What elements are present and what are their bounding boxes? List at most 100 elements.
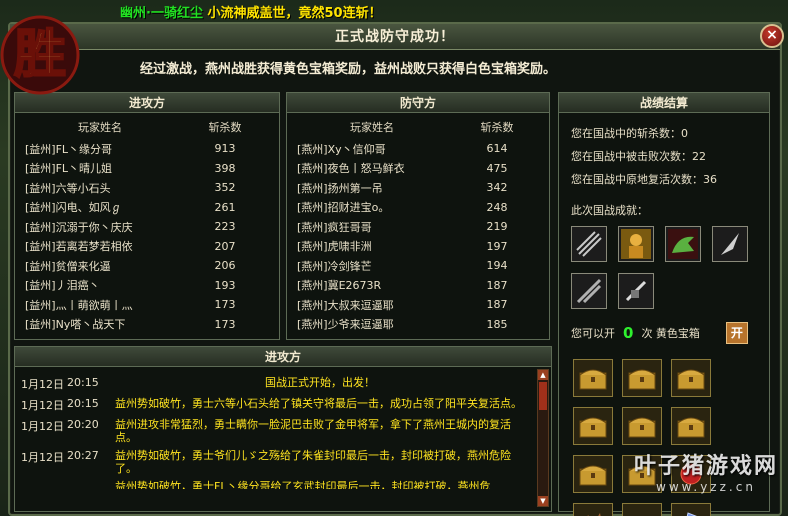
log-entry: 1月12日 20:27 益州势如破竹，勇士爷们儿ゞ之殇给了朱雀封印最后一击，封印…: [15, 444, 551, 475]
player-name: [益州]FL丶缘分哥: [25, 142, 113, 156]
player-name: [燕州]虎啸非洲: [297, 240, 372, 254]
log-entry: 益州势如破竹，勇士FL丶缘分哥给了玄武封印最后一击，封印被打破，燕州危: [15, 475, 551, 489]
table-row: [益州]六等小石头 352: [15, 178, 279, 198]
column-kills: 斩杀数: [208, 121, 242, 134]
player-name: [燕州]大叔来逗逼耶: [297, 298, 394, 312]
kill-count: 173: [214, 317, 236, 331]
watermark-title: 叶子猪游戏网: [633, 454, 778, 479]
column-header: 玩家姓名 斩杀数: [287, 113, 549, 139]
gold-chest-icon[interactable]: [622, 359, 662, 397]
dialog-title-bar: 正式战防守成功！ ×: [10, 24, 784, 50]
player-name: [燕州]冷剑锋芒: [297, 259, 372, 273]
kill-count: 206: [214, 259, 236, 273]
column-header: 玩家姓名 斩杀数: [15, 113, 279, 139]
defeated-stat: 您在国战中被击败次数：22: [571, 150, 706, 163]
achievements-label: 此次国战成就：: [571, 204, 648, 217]
table-row: [燕州]疯狂哥哥 219: [287, 217, 549, 237]
armor-slash-icon[interactable]: [618, 273, 654, 309]
column-player-name: 玩家姓名: [350, 121, 394, 134]
kill-count: 185: [486, 317, 508, 331]
player-name: [益州]沉溺于你丶庆庆: [25, 220, 133, 234]
kill-count: 197: [486, 239, 508, 253]
battle-log-panel: 进攻方 1月12日 20:15 国战正式开始，出发！ 1月12日 20:15 益…: [14, 346, 552, 512]
kill-count: 342: [486, 181, 508, 195]
table-row: [燕州]扬州第一吊 342: [287, 178, 549, 198]
kill-count: 207: [214, 239, 236, 253]
log-date: 1月12日: [21, 399, 64, 412]
dragon-statue-icon[interactable]: [573, 503, 613, 516]
gold-chest-icon[interactable]: [622, 407, 662, 445]
open-prefix: 您可以开: [571, 327, 615, 340]
player-name: [益州]Ny嗒丶战天下: [25, 318, 126, 332]
open-chest-button[interactable]: 开: [725, 322, 748, 344]
table-row: [益州]若离若梦若相依 207: [15, 237, 279, 257]
table-row: [益州]贫僧来化逼 206: [15, 256, 279, 276]
scroll-thumb[interactable]: [539, 382, 547, 410]
table-row: [益州]Ny嗒丶战天下 173: [15, 315, 279, 335]
kill-count: 475: [486, 161, 508, 175]
log-time: 20:15: [67, 376, 99, 389]
open-count: 0: [623, 324, 634, 342]
war-result-dialog: 正式战防守成功！ × 经过激战，燕州战胜获得黄色宝箱奖励，益州战败只获得白色宝箱…: [8, 22, 784, 516]
kill-count: 261: [214, 200, 236, 214]
log-time: [67, 480, 115, 489]
kill-count: 187: [486, 278, 508, 292]
gold-chest-icon[interactable]: [671, 407, 711, 445]
gold-ingot-icon[interactable]: [622, 503, 662, 516]
dialog-title: 正式战防守成功！: [335, 29, 455, 45]
column-player-name: 玩家姓名: [78, 121, 122, 134]
table-row: [益州]灬丨萌欲萌丨灬 173: [15, 295, 279, 315]
green-dragon-icon[interactable]: [665, 226, 701, 262]
gold-chest-icon[interactable]: [573, 359, 613, 397]
player-name: [益州]贫僧来化逼: [25, 259, 111, 273]
gold-chest-icon[interactable]: [573, 455, 613, 493]
panel-title: 战绩结算: [559, 93, 769, 113]
table-row: [燕州]虎啸非洲 197: [287, 237, 549, 257]
table-row: [益州]FL丶缘分哥 913: [15, 139, 279, 159]
table-row: [燕州]冀E2673R 187: [287, 276, 549, 296]
table-row: [燕州]冷剑锋芒 194: [287, 256, 549, 276]
achievement-grid: [559, 226, 769, 309]
twin-blade-icon[interactable]: [571, 273, 607, 309]
column-kills: 斩杀数: [480, 121, 514, 134]
log-scrollbar[interactable]: ▲ ▼: [537, 369, 549, 507]
scroll-down-icon[interactable]: ▼: [538, 496, 548, 506]
table-row: [益州]闪电、如风ℊ 261: [15, 198, 279, 218]
scroll-up-icon[interactable]: ▲: [538, 370, 548, 380]
blue-crystal-icon[interactable]: [671, 503, 711, 516]
gold-chest-icon[interactable]: [671, 359, 711, 397]
log-time: 20:27: [67, 449, 99, 462]
table-row: [燕州]少爷来逗逼耶 185: [287, 315, 549, 335]
kill-count: 614: [486, 142, 508, 156]
log-message: 益州势如破竹，勇士FL丶缘分哥给了玄武封印最后一击，封印被打破，燕州危: [115, 480, 491, 489]
kill-count: 913: [214, 142, 236, 156]
world-chat-broadcast: 幽州·一骑红尘 小流神威盖世，竟然50连斩！: [120, 2, 382, 21]
kills-stat: 您在国战中的斩杀数：0: [571, 127, 688, 140]
defense-ranking-panel: 防守方 玩家姓名 斩杀数 [燕州]Xy丶信仰哥 614 [燕州]夜色丨怒马鲜衣 47…: [286, 92, 550, 340]
player-name: [燕州]冀E2673R: [297, 279, 382, 293]
log-time: 20:15: [67, 397, 99, 410]
table-row: [燕州]招财进宝ο。 248: [287, 198, 549, 218]
log-message: 益州势如破竹，勇士六等小石头给了镇关守将最后一击，成功占领了阳平关复活点。: [115, 397, 522, 410]
table-row: [燕州]大叔来逗逼耶 187: [287, 295, 549, 315]
warrior-portrait-icon[interactable]: [618, 226, 654, 262]
log-message: 国战正式开始，出发！: [265, 376, 375, 389]
kill-count: 193: [214, 278, 236, 292]
attack-ranking-panel: 进攻方 玩家姓名 斩杀数 [益州]FL丶缘分哥 913 [益州]FL丶晴儿姐 398…: [14, 92, 280, 340]
silver-blade-icon[interactable]: [712, 226, 748, 262]
close-button[interactable]: ×: [760, 24, 784, 48]
player-name: [燕州]扬州第一吊: [297, 181, 383, 195]
log-date: [15, 480, 67, 489]
kill-count: 187: [486, 298, 508, 312]
player-name: [益州]丿泪癌丶: [25, 279, 100, 293]
kill-count: 248: [486, 200, 508, 214]
log-time: 20:20: [67, 418, 99, 431]
player-name: [燕州]招财进宝ο。: [297, 201, 390, 215]
player-name: [燕州]Xy丶信仰哥: [297, 142, 386, 156]
gold-chest-icon[interactable]: [573, 407, 613, 445]
table-row: [燕州]夜色丨怒马鲜衣 475: [287, 159, 549, 179]
log-message: 益州势如破竹，勇士爷们儿ゞ之殇给了朱雀封印最后一击，封印被打破，燕州危险了。: [115, 449, 511, 475]
victory-emblem-text: 胜: [14, 24, 66, 85]
player-name: [燕州]少爷来逗逼耶: [297, 318, 394, 332]
claw-slash-icon[interactable]: [571, 226, 607, 262]
